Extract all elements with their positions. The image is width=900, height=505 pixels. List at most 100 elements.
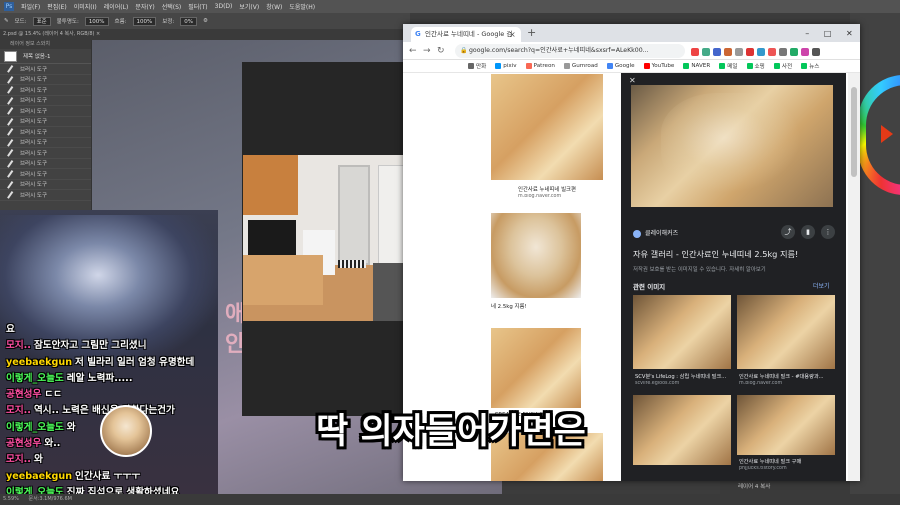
bookmark-item[interactable]: Gumroad bbox=[563, 63, 598, 69]
related-caption[interactable]: 인간사료 누네띠네 빌크 - #대용량과... bbox=[739, 373, 835, 380]
bookmark-item[interactable]: 만화 bbox=[468, 62, 486, 70]
scrollbar-thumb[interactable] bbox=[851, 87, 857, 177]
layer-item[interactable]: 레이어 4 복사 bbox=[720, 480, 850, 494]
related-image[interactable] bbox=[737, 295, 835, 369]
bookmark-item[interactable]: YouTube bbox=[643, 63, 674, 69]
related-image[interactable] bbox=[633, 295, 731, 369]
brush-preset-row[interactable]: 브러시 도구 bbox=[0, 96, 91, 106]
brush-preset-row[interactable]: 브러시 도구 bbox=[0, 127, 91, 138]
reload-icon[interactable]: ↻ bbox=[437, 45, 445, 57]
extension-icon[interactable] bbox=[768, 47, 776, 56]
flow-field[interactable]: 100% bbox=[132, 16, 157, 26]
brush-icon bbox=[7, 86, 13, 94]
extension-icon[interactable] bbox=[713, 47, 721, 56]
brush-tool-icon[interactable]: ✎ bbox=[4, 18, 9, 24]
menu-select[interactable]: 선택(S) bbox=[162, 2, 182, 11]
opacity-field[interactable]: 100% bbox=[84, 16, 109, 26]
bookmark-icon[interactable]: ▮ bbox=[801, 225, 815, 239]
extension-icon[interactable] bbox=[746, 47, 754, 56]
back-icon[interactable]: ← bbox=[409, 45, 417, 57]
smoothing-field[interactable]: 0% bbox=[180, 16, 197, 26]
tab-title: 인간사료 누네띠네 - Google 검 bbox=[425, 30, 513, 38]
menu-help[interactable]: 도움말(H) bbox=[289, 2, 315, 11]
gear-icon[interactable]: ⚙ bbox=[203, 18, 208, 24]
preview-image[interactable] bbox=[631, 85, 833, 207]
brush-preset-label: 브러시 도구 bbox=[20, 150, 48, 157]
menu-kebab-icon[interactable] bbox=[812, 47, 820, 56]
extension-icon[interactable] bbox=[779, 47, 787, 56]
result-image[interactable] bbox=[491, 74, 603, 180]
result-image[interactable] bbox=[491, 213, 581, 298]
brush-preset-row[interactable]: 브러시 도구 bbox=[0, 138, 91, 148]
extension-icon[interactable] bbox=[691, 47, 699, 56]
forward-icon[interactable]: → bbox=[423, 45, 431, 57]
menu-3d[interactable]: 3D(D) bbox=[215, 3, 233, 10]
new-tab-icon[interactable]: + bbox=[527, 25, 536, 41]
extension-icon[interactable] bbox=[724, 47, 732, 56]
more-options-icon[interactable]: ⋮ bbox=[821, 225, 835, 239]
maximize-icon[interactable]: □ bbox=[824, 29, 832, 38]
more-link[interactable]: 더보기 bbox=[813, 281, 830, 290]
brush-preset-row[interactable]: 브러시 도구 bbox=[0, 64, 91, 75]
related-image[interactable] bbox=[633, 395, 731, 465]
minimize-icon[interactable]: – bbox=[805, 29, 809, 38]
menu-filter[interactable]: 필터(T) bbox=[188, 2, 207, 11]
result-image[interactable] bbox=[491, 328, 581, 408]
panel-tabs[interactable]: 레이어 정보 스와치 bbox=[0, 40, 91, 49]
bookmark-label: Gumroad bbox=[571, 63, 598, 69]
bookmark-item[interactable]: pixiv bbox=[495, 63, 517, 69]
document-tab[interactable]: 2.psd @ 15.4% (레이어 4 복사, RGB/8) × bbox=[0, 29, 410, 40]
brush-icon bbox=[7, 75, 13, 83]
related-caption[interactable]: 인간사료 누네띠네 빌크 구매 bbox=[739, 458, 835, 465]
bookmark-item[interactable]: 사전 bbox=[773, 62, 792, 70]
bookmark-item[interactable]: Google bbox=[606, 63, 635, 69]
swatch-thumbnail[interactable] bbox=[4, 50, 17, 62]
menu-layer[interactable]: 레이어(L) bbox=[104, 2, 129, 11]
brush-icon bbox=[7, 170, 13, 178]
brush-preset-row[interactable]: 브러시 도구 bbox=[0, 148, 91, 159]
extension-icon[interactable] bbox=[702, 47, 710, 56]
bookmark-item[interactable]: 쇼핑 bbox=[746, 62, 765, 70]
preview-title[interactable]: 자유 갤러리 - 인간사료인 누네띠네 2.5kg 지름! bbox=[633, 248, 843, 260]
brush-preset-row[interactable]: 브러시 도구 bbox=[0, 169, 91, 180]
bookmark-item[interactable]: NAVER bbox=[683, 63, 710, 69]
opacity-label: 불투명도: bbox=[56, 19, 79, 25]
browser-tab[interactable]: G 인간사료 누네띠네 - Google 검 bbox=[411, 27, 521, 42]
source-site[interactable]: 클레이해커즈 bbox=[633, 227, 733, 241]
brush-preset-row[interactable]: 브러시 도구 bbox=[0, 75, 91, 85]
browser-scrollbar[interactable] bbox=[848, 73, 860, 481]
result-caption[interactable]: 네 2.5kg 지름! bbox=[491, 302, 611, 310]
brush-preset-row[interactable]: 브러시 도구 bbox=[0, 106, 91, 117]
zoom-level[interactable]: 5.59% bbox=[3, 496, 19, 502]
related-image[interactable] bbox=[737, 395, 835, 455]
extensions-strip bbox=[691, 46, 856, 57]
mode-select[interactable]: 표준 bbox=[32, 16, 51, 26]
brush-icon bbox=[7, 117, 13, 125]
brush-preset-row[interactable]: 브러시 도구 bbox=[0, 190, 91, 201]
result-caption[interactable]: 인간사료 누네띠네 빌크편 bbox=[518, 185, 618, 193]
menu-type[interactable]: 문자(Y) bbox=[135, 2, 154, 11]
close-tab-icon[interactable]: × bbox=[509, 27, 516, 42]
bookmark-item[interactable]: 메일 bbox=[719, 62, 738, 70]
brush-preset-row[interactable]: 브러시 도구 bbox=[0, 85, 91, 96]
menu-edit[interactable]: 편집(E) bbox=[47, 2, 67, 11]
profile-avatar[interactable] bbox=[801, 47, 809, 56]
bookmark-item[interactable]: 뉴스 bbox=[801, 62, 819, 70]
screen: 애 안 Ps 파일(F) 편집(E) 이미지(I) 레이어(L) 문자(Y) 선… bbox=[0, 0, 900, 505]
share-icon[interactable]: ⤴ bbox=[781, 225, 795, 239]
bookmark-item[interactable]: Patreon bbox=[525, 63, 555, 69]
brush-preset-row[interactable]: 브러시 도구 bbox=[0, 159, 91, 169]
close-window-icon[interactable]: ✕ bbox=[846, 29, 853, 38]
close-icon[interactable]: ✕ bbox=[629, 76, 636, 85]
menu-image[interactable]: 이미지(I) bbox=[74, 2, 97, 11]
brush-preset-row[interactable]: 브러시 도구 bbox=[0, 180, 91, 190]
extension-icon[interactable] bbox=[735, 47, 743, 56]
menu-file[interactable]: 파일(F) bbox=[21, 2, 40, 11]
related-caption[interactable]: SCV분's LifeLog : 삼립 누네띠네 빌크... bbox=[635, 373, 731, 380]
menu-view[interactable]: 보기(V) bbox=[239, 2, 259, 11]
extension-icon[interactable] bbox=[790, 47, 798, 56]
brush-preset-row[interactable]: 브러시 도구 bbox=[0, 117, 91, 127]
menu-window[interactable]: 창(W) bbox=[266, 2, 282, 11]
address-bar[interactable]: 🔒 google.com/search?q=인간사료+누네띠네&sxsrf=AL… bbox=[455, 44, 685, 58]
extension-icon[interactable] bbox=[757, 47, 765, 56]
